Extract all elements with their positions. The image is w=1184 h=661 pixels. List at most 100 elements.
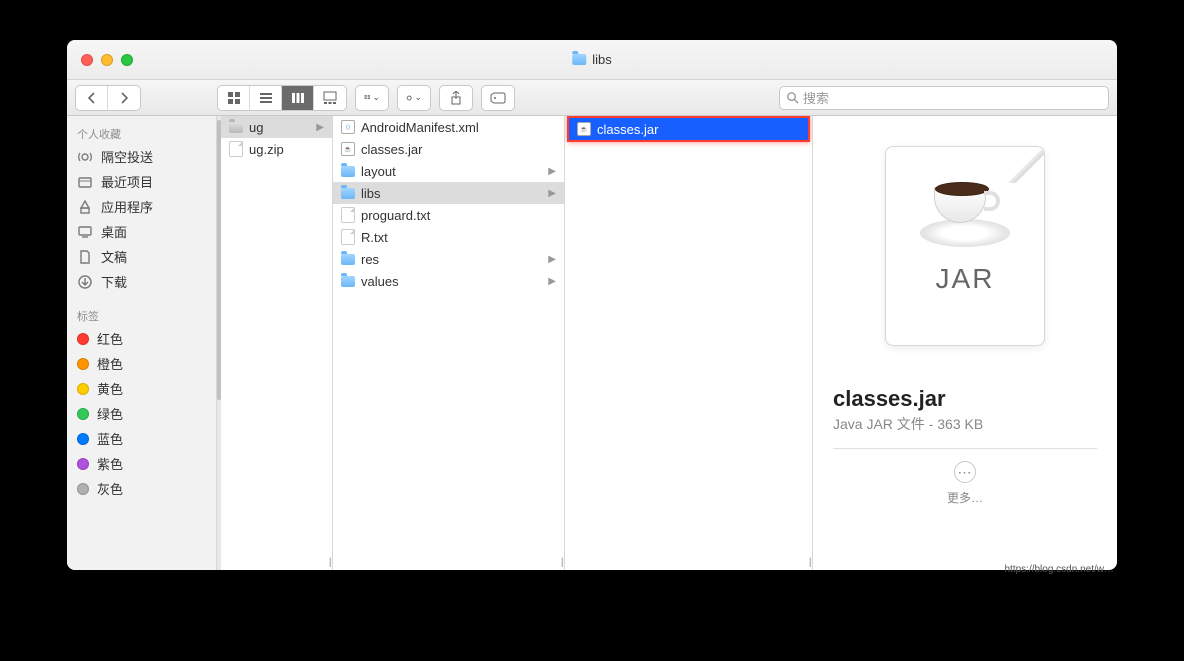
chevron-right-icon: ▶ (548, 166, 556, 177)
tag-dot-icon (77, 458, 89, 470)
tags-button[interactable] (482, 86, 514, 110)
sidebar-tag[interactable]: 橙色 (67, 351, 216, 376)
search-placeholder: 搜索 (803, 88, 829, 107)
forward-button[interactable] (108, 86, 140, 110)
applications-icon (77, 199, 93, 215)
sidebar-item-label: 隔空投送 (101, 147, 153, 166)
sidebar: 个人收藏 隔空投送最近项目应用程序桌面文稿下载 标签 红色橙色黄色绿色蓝色紫色灰… (67, 116, 217, 570)
folder-icon (341, 166, 355, 177)
file-row[interactable]: R.txt (333, 226, 564, 248)
file-row[interactable]: ug ▶ (221, 116, 332, 138)
column-view-button[interactable] (282, 86, 314, 110)
file-preview-icon: JAR (885, 146, 1045, 346)
preview-filename: classes.jar (833, 386, 946, 412)
sidebar-item-airdrop[interactable]: 隔空投送 (67, 144, 216, 169)
file-row[interactable]: layout▶ (333, 160, 564, 182)
file-name: ug.zip (249, 142, 284, 157)
more-button[interactable]: ⋯ (954, 461, 976, 483)
finder-window: libs ⌄ ⌄ 搜索 (67, 40, 1117, 570)
column-2[interactable]: ⟨⟩AndroidManifest.xml☕classes.jarlayout▶… (333, 116, 565, 570)
sidebar-item-recents[interactable]: 最近项目 (67, 169, 216, 194)
airdrop-icon (77, 149, 93, 165)
sidebar-item-downloads[interactable]: 下载 (67, 269, 216, 294)
tag-dot-icon (77, 483, 89, 495)
sidebar-item-applications[interactable]: 应用程序 (67, 194, 216, 219)
sidebar-item-documents[interactable]: 文稿 (67, 244, 216, 269)
desktop-icon (77, 224, 93, 240)
file-name: classes.jar (361, 142, 422, 157)
folder-icon (229, 122, 243, 133)
sidebar-tag[interactable]: 紫色 (67, 451, 216, 476)
folder-icon (572, 54, 586, 65)
chevron-right-icon: ▶ (548, 276, 556, 287)
file-name: AndroidManifest.xml (361, 120, 479, 135)
downloads-icon (77, 274, 93, 290)
chevron-right-icon: ▶ (548, 188, 556, 199)
file-name: res (361, 252, 379, 267)
file-name: ug (249, 120, 263, 135)
list-view-button[interactable] (250, 86, 282, 110)
tag-dot-icon (77, 333, 89, 345)
text-file-icon (341, 229, 355, 245)
sidebar-item-label: 最近项目 (101, 172, 153, 191)
share-button[interactable] (440, 86, 472, 110)
back-button[interactable] (76, 86, 108, 110)
sidebar-tag[interactable]: 红色 (67, 326, 216, 351)
arrange-group: ⌄ (355, 85, 389, 111)
folder-icon (341, 276, 355, 287)
file-name: proguard.txt (361, 208, 430, 223)
preview-subtitle: Java JAR 文件 - 363 KB (833, 414, 983, 434)
sidebar-tag[interactable]: 黄色 (67, 376, 216, 401)
view-group (217, 85, 347, 111)
window-body: 个人收藏 隔空投送最近项目应用程序桌面文稿下载 标签 红色橙色黄色绿色蓝色紫色灰… (67, 116, 1117, 570)
gallery-view-button[interactable] (314, 86, 346, 110)
toolbar: ⌄ ⌄ 搜索 (67, 80, 1117, 116)
icon-view-button[interactable] (218, 86, 250, 110)
file-row[interactable]: ug.zip (221, 138, 332, 160)
file-row[interactable]: ☕classes.jar (569, 118, 808, 140)
file-row[interactable]: res ▶ (333, 248, 564, 270)
chevron-right-icon: ▶ (316, 122, 324, 133)
jar-file-icon: ☕ (577, 122, 591, 136)
sidebar-tag[interactable]: 蓝色 (67, 426, 216, 451)
sidebar-item-desktop[interactable]: 桌面 (67, 219, 216, 244)
documents-icon (77, 249, 93, 265)
recents-icon (77, 174, 93, 190)
file-row[interactable]: proguard.txt (333, 204, 564, 226)
column-3[interactable]: ☕classes.jar|| (565, 116, 813, 570)
sidebar-item-label: 橙色 (97, 354, 123, 373)
arrange-button[interactable]: ⌄ (356, 86, 388, 110)
sidebar-tag[interactable]: 灰色 (67, 476, 216, 501)
action-button[interactable]: ⌄ (398, 86, 430, 110)
traffic-lights (67, 54, 133, 66)
file-row[interactable]: ⟨⟩AndroidManifest.xml (333, 116, 564, 138)
maximize-button[interactable] (121, 54, 133, 66)
sidebar-tag[interactable]: 绿色 (67, 401, 216, 426)
file-row[interactable]: values▶ (333, 270, 564, 292)
chevron-right-icon: ▶ (548, 254, 556, 265)
close-button[interactable] (81, 54, 93, 66)
file-row[interactable]: libs▶ (333, 182, 564, 204)
sidebar-item-label: 紫色 (97, 454, 123, 473)
column-1[interactable]: ug▶ug.zip|| (221, 116, 333, 570)
tag-dot-icon (77, 408, 89, 420)
folder-icon (341, 188, 355, 199)
sidebar-item-label: 灰色 (97, 479, 123, 498)
tags-header: 标签 (67, 302, 216, 326)
file-name: R.txt (361, 230, 388, 245)
tag-dot-icon (77, 433, 89, 445)
file-row[interactable]: ☕classes.jar (333, 138, 564, 160)
divider (833, 448, 1097, 449)
sidebar-item-label: 黄色 (97, 379, 123, 398)
column-browser: ug▶ug.zip|| ⟨⟩AndroidManifest.xml☕classe… (221, 116, 1117, 570)
titlebar: libs (67, 40, 1117, 80)
favorites-header: 个人收藏 (67, 120, 216, 144)
sidebar-item-label: 桌面 (101, 222, 127, 241)
sidebar-item-label: 红色 (97, 329, 123, 348)
nav-group (75, 85, 141, 111)
minimize-button[interactable] (101, 54, 113, 66)
search-field[interactable]: 搜索 (779, 86, 1109, 110)
search-icon (786, 91, 799, 104)
sidebar-item-label: 蓝色 (97, 429, 123, 448)
jar-badge: JAR (936, 263, 995, 295)
